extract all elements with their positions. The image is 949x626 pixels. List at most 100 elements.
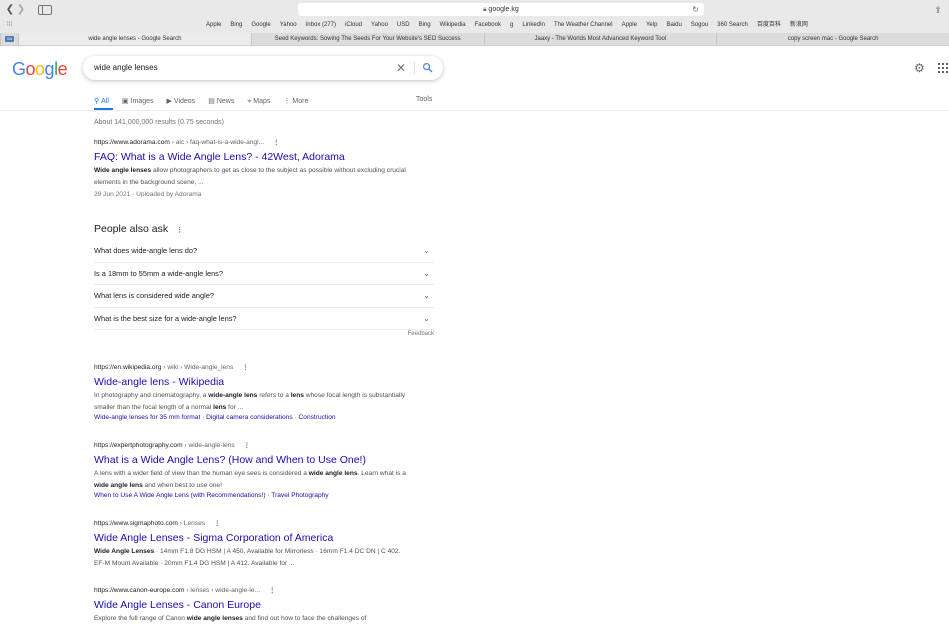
paa-more-icon[interactable]: ⋮ [176, 227, 183, 234]
video-icon: ▶ [166, 98, 172, 105]
result-cite[interactable]: https://expertphotography.com › wide-ang… [94, 441, 414, 450]
logo-letter: o [25, 59, 36, 79]
search-result: https://expertphotography.com › wide-ang… [94, 441, 414, 501]
feedback-link[interactable]: Feedback [94, 331, 434, 337]
tab-google-search[interactable]: wide angle lenses - Google Search [18, 33, 251, 45]
bookmark-item[interactable]: 360 Search [717, 21, 748, 30]
address-bar[interactable]: 🔒︎ google.kg ↻ [298, 3, 704, 16]
bookmark-item[interactable]: 百度百科 [757, 21, 781, 30]
search-result: https://www.adorama.com › alc › faq-what… [94, 138, 414, 201]
search-icon[interactable] [422, 62, 433, 73]
bookmark-item[interactable]: Inbox (277) [306, 21, 336, 30]
result-url: https://www.canon-europe.com [94, 587, 185, 594]
paa-question-text: Is a 18mm to 55mm a wide-angle lens? [94, 268, 223, 278]
sitelink[interactable]: Construction [299, 414, 336, 421]
paa-question[interactable]: What lens is considered wide angle? ⌄ [94, 285, 434, 308]
clear-icon[interactable]: ✕ [396, 56, 406, 80]
result-cite[interactable]: https://en.wikipedia.org › wiki › Wide-a… [94, 363, 414, 372]
bookmark-item[interactable]: Facebook [475, 21, 501, 30]
bookmark-item[interactable]: Apple [206, 21, 221, 30]
sitelink[interactable]: Digital camera considerations [206, 414, 293, 421]
tab-copy-screen[interactable]: copy screen mac - Google Search [716, 33, 949, 45]
result-snippet: Explore the full range of Canon wide ang… [94, 615, 367, 622]
back-button[interactable]: ❮ [5, 4, 15, 16]
result-title[interactable]: Wide Angle Lenses - Sigma Corporation of… [94, 531, 424, 545]
result-title[interactable]: What is a Wide Angle Lens? (How and When… [94, 453, 414, 467]
bookmark-item[interactable]: Bing [230, 21, 242, 30]
more-options-icon[interactable]: ⋮ [244, 442, 251, 449]
bookmark-item[interactable]: LinkedIn [522, 21, 545, 30]
result-breadcrumb: › lenses › wide-angle-le... [184, 587, 261, 594]
logo-letter: e [57, 59, 68, 79]
tools-button[interactable]: Tools [416, 95, 432, 105]
result-breadcrumb: › alc › faq-what-is-a-wide-angl... [169, 139, 265, 146]
result-breadcrumb: › Lenses [177, 520, 206, 527]
logo-letter: G [12, 59, 26, 79]
tab-videos[interactable]: ▶ Videos [167, 95, 196, 109]
tab-favicon: SA [5, 36, 14, 42]
forward-button[interactable]: ❯ [16, 4, 26, 16]
bookmark-item[interactable]: iCloud [345, 21, 362, 30]
tab-jaaxy[interactable]: Jaaxy - The Worlds Most Advanced Keyword… [483, 33, 717, 45]
bookmark-item[interactable]: Sogou [691, 21, 708, 30]
google-logo[interactable]: Google [12, 59, 68, 80]
browser-chrome: ❮ ❯ 🔒︎ google.kg ↻ ⇪ ⁞⁞⁞ Apple Bing Google Y… [0, 0, 949, 46]
search-icon: ⚲ [94, 98, 100, 105]
image-icon: ▣ [121, 98, 129, 105]
bookmark-item[interactable]: 新浪网 [790, 21, 808, 30]
bookmark-item[interactable]: Bing [419, 21, 431, 30]
search-nav-tabs: ⚲ All ▣ Images ▶ Videos ▤ News ⌖ Maps ⋮ More [94, 95, 321, 109]
search-box[interactable]: wide angle lenses ✕ [83, 56, 443, 80]
result-title[interactable]: FAQ: What is a Wide Angle Lens? - 42West… [94, 150, 414, 164]
more-options-icon[interactable]: ⋮ [242, 364, 249, 371]
paa-question[interactable]: What does wide-angle lens do? ⌄ [94, 240, 434, 263]
tab-news[interactable]: ▤ News [208, 95, 234, 109]
result-cite[interactable]: https://www.sigmaphoto.com › Lenses ⋮ [94, 519, 424, 528]
result-title[interactable]: Wide Angle Lenses - Canon Europe [94, 598, 414, 612]
paa-question[interactable]: Is a 18mm to 55mm a wide-angle lens? ⌄ [94, 263, 434, 285]
favorites-grid-icon[interactable]: ⁞⁞⁞ [7, 22, 16, 28]
result-snippet: A lens with a wider field of view than t… [94, 470, 406, 489]
bookmark-item[interactable]: Wikipedia [440, 21, 466, 30]
tab-label: More [292, 98, 309, 105]
chevron-down-icon: ⌄ [423, 268, 430, 278]
sidebar-toggle-icon[interactable] [38, 5, 52, 15]
more-options-icon[interactable]: ⋮ [214, 520, 221, 527]
pinned-tab[interactable]: SA [0, 33, 18, 45]
nav-divider [0, 110, 949, 111]
bookmark-item[interactable]: Yahoo [280, 21, 297, 30]
more-options-icon[interactable]: ⋮ [273, 139, 280, 146]
result-title[interactable]: Wide-angle lens - Wikipedia [94, 375, 414, 389]
google-apps-icon[interactable] [938, 63, 948, 73]
bookmark-item[interactable]: Google [251, 21, 270, 30]
settings-gear-icon[interactable]: ⚙ [914, 62, 925, 74]
bookmark-item[interactable]: Apple [622, 21, 637, 30]
paa-question[interactable]: What is the best size for a wide-angle l… [94, 308, 434, 330]
tab-maps[interactable]: ⌖ Maps [247, 95, 270, 109]
result-date: 29 Jun 2021 · Uploaded by Adorama [94, 191, 202, 198]
sitelink[interactable]: When to Use A Wide Angle Lens (with Reco… [94, 492, 266, 499]
tab-seed-keywords[interactable]: Seed Keywords: Sowing The Seeds For Your… [250, 33, 484, 45]
lock-icon: 🔒︎ [483, 7, 487, 13]
result-cite[interactable]: https://www.adorama.com › alc › faq-what… [94, 138, 414, 147]
result-cite[interactable]: https://www.canon-europe.com › lenses › … [94, 586, 414, 595]
result-breadcrumb: › wide-angle-lens [182, 442, 235, 449]
tab-more[interactable]: ⋮ More [283, 95, 308, 109]
bookmark-item[interactable]: Yelp [646, 21, 657, 30]
bookmark-item[interactable]: Baidu [666, 21, 681, 30]
reload-icon[interactable]: ↻ [692, 3, 699, 16]
share-icon[interactable]: ⇪ [933, 4, 943, 16]
sitelink[interactable]: Wide-angle lenses for 35 mm format [94, 414, 200, 421]
bookmark-item[interactable]: Yahoo [371, 21, 388, 30]
bookmark-item[interactable]: USD [397, 21, 410, 30]
people-also-ask: People also ask ⋮ What does wide-angle le… [94, 222, 434, 337]
bookmark-item[interactable]: g [510, 21, 513, 30]
tab-images[interactable]: ▣ Images [122, 95, 154, 109]
bookmark-item[interactable]: The Weather Channel [554, 21, 613, 30]
tab-all[interactable]: ⚲ All [94, 95, 109, 109]
address-text: google.kg [488, 6, 519, 13]
search-input[interactable]: wide angle lenses [94, 56, 158, 80]
more-options-icon[interactable]: ⋮ [269, 587, 276, 594]
chevron-down-icon: ⌄ [423, 246, 430, 255]
sitelink[interactable]: Travel Photography [271, 492, 328, 499]
